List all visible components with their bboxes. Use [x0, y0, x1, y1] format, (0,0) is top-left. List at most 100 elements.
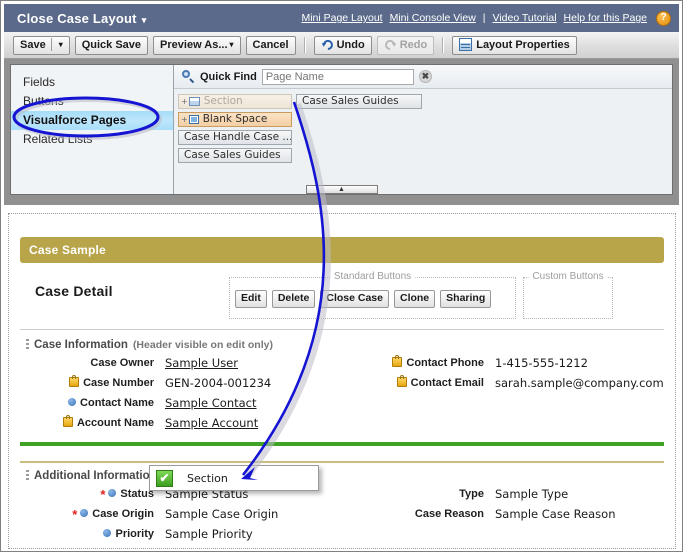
header-links: Mini Page Layout Mini Console View | Vid…	[301, 10, 671, 26]
page-title-text: Close Case Layout	[17, 10, 137, 26]
drag-grip-icon[interactable]	[26, 339, 29, 349]
field-label-text: Account Name	[76, 417, 154, 429]
palette-category-related-lists[interactable]: Related Lists	[11, 130, 173, 149]
layout-properties-button-label: Layout Properties	[476, 38, 570, 51]
palette-items-column-1: + Section + Blank Space Case Handle Case…	[178, 94, 292, 163]
standard-button-edit[interactable]: Edit	[235, 290, 267, 308]
field-value-priority: Sample Priority	[165, 527, 253, 541]
lock-icon	[396, 375, 407, 387]
custom-buttons-group[interactable]: Custom Buttons	[523, 271, 613, 319]
redo-icon	[384, 39, 396, 50]
cancel-button[interactable]: Cancel	[245, 35, 296, 55]
palette-category-visualforce-pages[interactable]: Visualforce Pages	[11, 111, 173, 130]
link-help-for-this-page[interactable]: Help for this Page	[564, 12, 647, 24]
palette-category-fields[interactable]: Fields	[11, 73, 173, 92]
drag-drop-tooltip-label: Section	[187, 471, 228, 485]
palette-item-case-sales-guides[interactable]: Case Sales Guides	[178, 148, 292, 163]
quick-save-button[interactable]: Quick Save	[74, 35, 149, 55]
palette-collapse-handle[interactable]: ▲	[305, 185, 378, 194]
field-label-case-reason: Case Reason	[364, 506, 484, 522]
standard-button-clone[interactable]: Clone	[393, 290, 436, 308]
dot-icon	[108, 489, 117, 497]
save-button[interactable]: Save ▾	[13, 35, 70, 55]
required-star-icon: *	[72, 507, 78, 522]
save-button-divider	[50, 38, 52, 51]
quick-find-input[interactable]	[261, 68, 414, 85]
page-title: Close Case Layout ▾	[17, 11, 146, 26]
page-title-caret-icon[interactable]: ▾	[142, 15, 147, 25]
field-label-status: * Status	[26, 486, 154, 502]
save-button-label: Save	[20, 38, 46, 51]
palette-items-body: + Section + Blank Space Case Handle Case…	[174, 89, 672, 163]
drag-grip-icon[interactable]	[26, 470, 29, 480]
preview-as-button[interactable]: Preview As... ▾	[153, 35, 241, 55]
standard-buttons-group[interactable]: Standard Buttons Edit Delete Close Case …	[229, 271, 516, 319]
case-detail-title: Case Detail	[35, 283, 113, 299]
lock-icon	[392, 355, 403, 367]
cancel-button-label: Cancel	[252, 38, 289, 51]
palette-item-label: Section	[203, 95, 243, 107]
standard-button-sharing[interactable]: Sharing	[440, 290, 492, 308]
editor-toolbar: Save ▾ Quick Save Preview As... ▾ Cancel…	[4, 32, 679, 59]
field-label-text: Type	[459, 488, 484, 500]
palette-item-case-handle-case[interactable]: Case Handle Case ...	[178, 130, 292, 145]
layout-banner: Case Sample	[20, 237, 664, 263]
layout-banner-title: Case Sample	[29, 243, 106, 257]
palette-item-case-sales-guides-2[interactable]: Case Sales Guides	[296, 94, 422, 109]
field-label-text: Priority	[115, 528, 154, 540]
link-video-tutorial[interactable]: Video Tutorial	[493, 12, 557, 24]
quick-find-label: Quick Find	[200, 70, 257, 83]
additional-information-left-fields: * Status Sample Status * Case Origin Sampl…	[26, 486, 278, 542]
chevron-down-icon[interactable]: ▾	[59, 40, 63, 49]
field-label-priority: Priority	[26, 526, 154, 542]
divider-green	[20, 442, 664, 446]
expand-plus-icon: +	[181, 97, 188, 106]
field-label-text: Contact Name	[80, 397, 154, 409]
field-label-contact-email: Contact Email	[364, 375, 484, 391]
field-label-text: Case Number	[83, 377, 154, 389]
chevron-down-icon[interactable]: ▾	[230, 40, 234, 49]
drag-drop-tooltip: ✔ Section	[149, 465, 319, 491]
palette-item-section[interactable]: + Section	[178, 94, 292, 109]
standard-button-delete[interactable]: Delete	[271, 290, 316, 308]
layout-properties-icon	[459, 38, 473, 51]
palette-item-label: Case Sales Guides	[184, 149, 281, 161]
field-value-case-origin: Sample Case Origin	[165, 507, 279, 521]
field-label-contact-phone: Contact Phone	[364, 355, 484, 371]
additional-information-right-fields: Type Sample Type Case Reason Sample Case…	[364, 486, 616, 522]
dot-icon	[103, 529, 112, 537]
field-value-case-owner[interactable]: Sample User	[165, 355, 271, 371]
field-label-contact-name: Contact Name	[26, 395, 154, 411]
header-link-separator: |	[482, 12, 486, 24]
field-label-case-number: Case Number	[26, 375, 154, 391]
layout-preview: Case Sample Case Detail Standard Buttons…	[8, 213, 676, 549]
standard-button-close-case[interactable]: Close Case	[320, 290, 389, 308]
link-mini-console-view[interactable]: Mini Console View	[390, 12, 476, 24]
palette-item-blank-space[interactable]: + Blank Space	[178, 112, 292, 127]
help-icon[interactable]: ?	[656, 10, 671, 26]
redo-button[interactable]: Redo	[376, 35, 435, 55]
section-header-case-information[interactable]: Case Information (Header visible on edit…	[26, 338, 273, 351]
divider-gold	[20, 461, 664, 463]
standard-buttons-group-label: Standard Buttons	[329, 271, 416, 282]
field-value-account-name[interactable]: Sample Account	[165, 415, 271, 431]
section-header-additional-information[interactable]: Additional Information	[26, 469, 157, 482]
palette-category-buttons[interactable]: Buttons	[11, 92, 173, 111]
field-label-text: Case Owner	[90, 357, 154, 369]
field-value-contact-name[interactable]: Sample Contact	[165, 395, 271, 411]
app-header: Close Case Layout ▾ Mini Page Layout Mini…	[4, 4, 679, 32]
link-mini-page-layout[interactable]: Mini Page Layout	[301, 12, 382, 24]
field-label-text: Case Origin	[92, 508, 154, 520]
layout-properties-button[interactable]: Layout Properties	[452, 35, 577, 55]
divider-gray-top	[20, 329, 664, 330]
undo-button[interactable]: Undo	[313, 35, 372, 55]
clear-search-icon[interactable]: ✖	[418, 70, 432, 83]
field-label-text: Contact Phone	[406, 357, 484, 369]
toolbar-separator	[442, 37, 445, 53]
dot-icon	[68, 398, 77, 406]
section-icon	[188, 97, 200, 106]
field-label-text: Contact Email	[410, 377, 484, 389]
toolbar-separator	[303, 37, 306, 53]
quick-save-button-label: Quick Save	[81, 38, 142, 51]
dot-icon	[80, 509, 89, 517]
